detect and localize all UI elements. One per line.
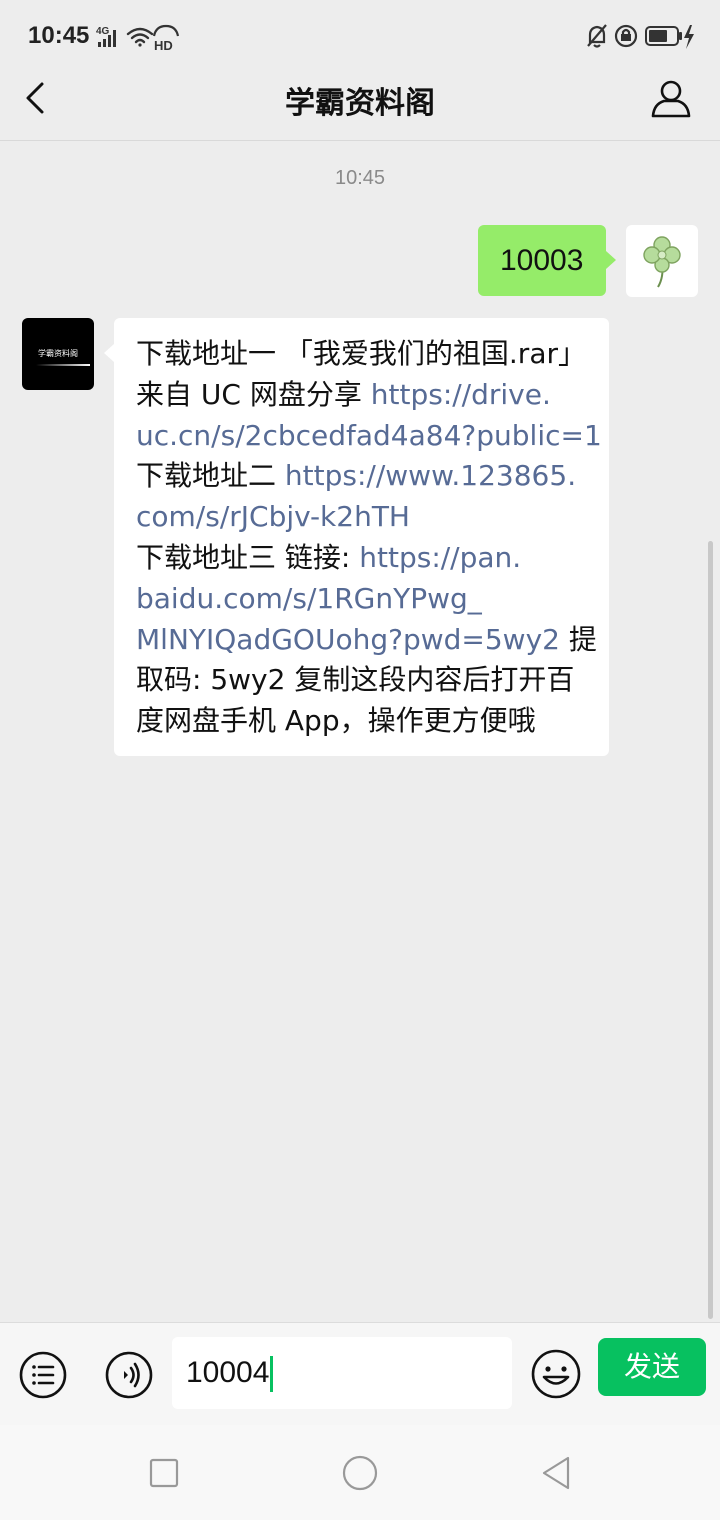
chat-header: 学霸资料阁 bbox=[0, 64, 720, 141]
message-timestamp: 10:45 bbox=[334, 167, 386, 189]
status-bar: 10:45 4G HD bbox=[0, 0, 720, 64]
bot-avatar-label: 学霸资料阁 bbox=[38, 349, 78, 358]
wifi-icon bbox=[126, 27, 154, 47]
message-link[interactable]: https://pan. bbox=[359, 541, 521, 574]
chat-input-bar: 10004 发送 bbox=[0, 1322, 720, 1425]
message-line: 下载地址三 链接: https://pan. bbox=[136, 538, 595, 579]
hd-label: HD bbox=[154, 38, 173, 52]
clover-icon bbox=[643, 236, 681, 288]
network-type-label: 4G bbox=[96, 26, 110, 37]
message-text: 来自 UC 网盘分享 bbox=[136, 377, 371, 411]
bot-avatar[interactable]: 学霸资料阁 bbox=[22, 318, 94, 390]
message-text: 下载地址二 bbox=[136, 459, 285, 493]
message-line: baidu.com/s/1RGnYPwg_ bbox=[136, 579, 595, 620]
menu-list-icon[interactable] bbox=[18, 1350, 68, 1400]
person-icon[interactable] bbox=[650, 78, 692, 120]
hd-call-icon: HD bbox=[152, 24, 180, 52]
message-text: 取码: 5wy2 复制这段内容后打开百 bbox=[136, 663, 575, 697]
charging-icon bbox=[684, 25, 694, 49]
lock-rotation-icon bbox=[614, 24, 638, 48]
message-input[interactable]: 10004 bbox=[172, 1337, 512, 1409]
home-icon[interactable] bbox=[340, 1453, 380, 1493]
received-message-bubble[interactable]: 下载地址一 「我爱我们的祖国.rar」 来自 UC 网盘分享 https://dr… bbox=[104, 318, 609, 756]
message-text: 下载地址三 链接: bbox=[136, 540, 360, 574]
signal-icon: 4G bbox=[96, 26, 116, 47]
message-link[interactable]: com/s/rJCbjv-k2hTH bbox=[136, 500, 410, 533]
chat-scrollbar[interactable] bbox=[708, 541, 713, 1319]
message-link[interactable]: baidu.com/s/1RGnYPwg_ bbox=[136, 582, 482, 615]
message-text: 下载地址一 「我爱我们的祖国.rar」 bbox=[136, 337, 586, 370]
send-button[interactable]: 发送 bbox=[598, 1338, 706, 1396]
bot-avatar-stroke bbox=[36, 364, 90, 366]
message-line: 下载地址二 https://www.123865. bbox=[136, 456, 595, 497]
message-line: uc.cn/s/2cbcedfad4a84?public=1 bbox=[136, 416, 602, 457]
message-input-value: 10004 bbox=[186, 1356, 270, 1389]
message-link[interactable]: uc.cn/s/2cbcedfad4a84?public=1 bbox=[136, 419, 602, 452]
signal-wifi-icons: 4G HD bbox=[96, 24, 180, 52]
message-line: MlNYIQadGOUohg?pwd=5wy2 提 bbox=[136, 620, 597, 661]
chat-title: 学霸资料阁 bbox=[285, 86, 435, 121]
message-line: 来自 UC 网盘分享 https://drive. bbox=[136, 375, 595, 416]
recent-apps-icon[interactable] bbox=[144, 1453, 184, 1493]
message-text: 度网盘手机 App，操作更方便哦 bbox=[136, 704, 536, 738]
sent-message-bubble[interactable]: 10003 bbox=[478, 225, 616, 296]
voice-icon[interactable] bbox=[104, 1350, 154, 1400]
message-line: 下载地址一 「我爱我们的祖国.rar」 bbox=[136, 334, 595, 375]
message-line: 度网盘手机 App，操作更方便哦 bbox=[136, 701, 595, 742]
system-navigation-bar bbox=[0, 1425, 720, 1520]
message-link[interactable]: MlNYIQadGOUohg?pwd=5wy2 bbox=[136, 623, 560, 656]
message-link[interactable]: https://drive. bbox=[371, 378, 551, 411]
status-time: 10:45 bbox=[28, 22, 90, 49]
battery-icon bbox=[645, 26, 682, 46]
message-line: com/s/rJCbjv-k2hTH bbox=[136, 497, 595, 538]
chat-screen: 10:45 4G HD 学霸资料阁 10:45 10003 学霸资料阁 下载地址… bbox=[0, 0, 720, 1520]
back-triangle-icon[interactable] bbox=[536, 1453, 576, 1493]
emoji-icon[interactable] bbox=[530, 1348, 582, 1400]
message-link[interactable]: https://www.123865. bbox=[285, 459, 576, 492]
message-line: 取码: 5wy2 复制这段内容后打开百 bbox=[136, 660, 595, 701]
system-status-icons bbox=[587, 24, 694, 49]
message-list[interactable]: 10:45 10003 学霸资料阁 下载地址一 「我爱我们的祖国.rar」 来自 … bbox=[0, 141, 720, 1321]
self-avatar[interactable] bbox=[626, 225, 698, 297]
mute-bell-icon bbox=[587, 24, 607, 48]
message-text: 提 bbox=[559, 622, 597, 656]
text-cursor bbox=[270, 1356, 274, 1393]
